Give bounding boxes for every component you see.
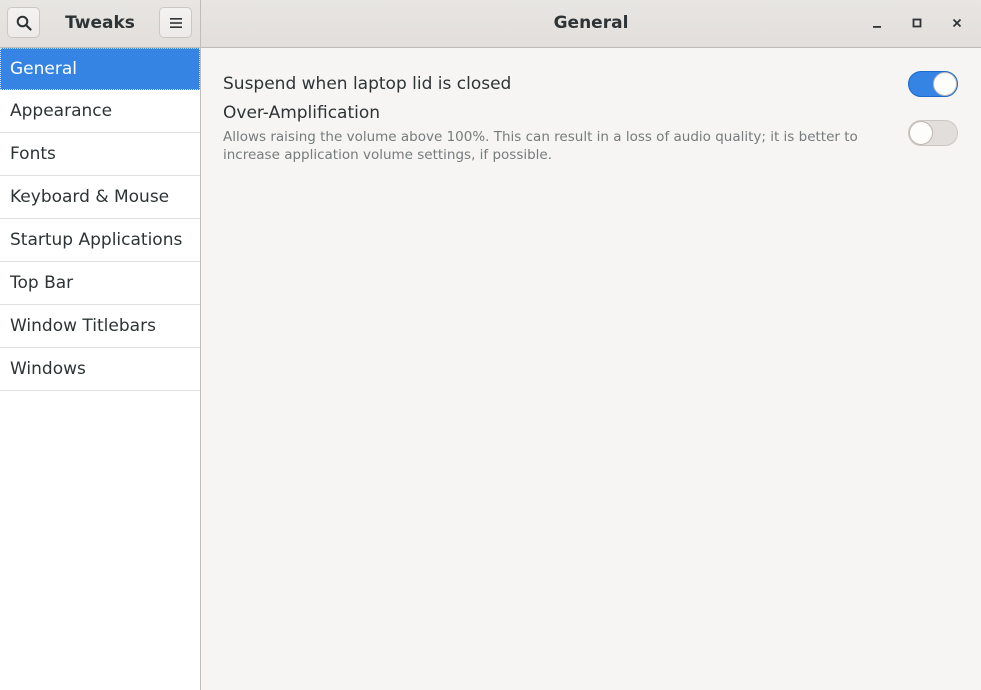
sidebar-item-fonts[interactable]: Fonts (0, 133, 200, 176)
tweaks-window: Tweaks General General Appearance Fonts … (0, 0, 981, 690)
sidebar-item-window-titlebars[interactable]: Window Titlebars (0, 305, 200, 348)
sidebar-item-label: Top Bar (10, 273, 74, 293)
sidebar-item-label: Fonts (10, 144, 56, 164)
sidebar-item-label: Appearance (10, 101, 113, 121)
hamburger-menu-icon (169, 17, 182, 28)
sidebar-item-label: Windows (10, 359, 86, 379)
app-title: Tweaks (65, 13, 135, 33)
sidebar-item-label: General (10, 59, 77, 79)
close-button[interactable] (946, 12, 968, 34)
suspend-lid-label: Suspend when laptop lid is closed (223, 74, 512, 94)
minimize-icon (873, 26, 881, 28)
search-button[interactable] (7, 7, 40, 38)
switch-knob (909, 121, 933, 145)
sidebar-item-general[interactable]: General (0, 48, 200, 90)
suspend-lid-switch[interactable] (908, 71, 958, 97)
sidebar-item-label: Keyboard & Mouse (10, 187, 170, 207)
page-title: General (553, 13, 629, 33)
maximize-icon (912, 18, 922, 28)
content-headerbar: General (201, 0, 981, 48)
maximize-button[interactable] (906, 12, 928, 34)
close-icon (952, 18, 962, 28)
sidebar-item-startup-applications[interactable]: Startup Applications (0, 219, 200, 262)
over-amplification-switch[interactable] (908, 120, 958, 146)
sidebar-item-label: Startup Applications (10, 230, 183, 250)
general-settings-panel: Suspend when laptop lid is closed Over-A… (201, 48, 981, 690)
main-menu-button[interactable] (159, 7, 192, 38)
sidebar-item-windows[interactable]: Windows (0, 348, 200, 391)
sidebar-item-label: Window Titlebars (10, 316, 156, 336)
sidebar-item-keyboard-mouse[interactable]: Keyboard & Mouse (0, 176, 200, 219)
over-amplification-label: Over-Amplification (223, 103, 381, 123)
minimize-button[interactable] (866, 12, 888, 34)
over-amplification-description: Allows raising the volume above 100%. Th… (223, 129, 858, 163)
search-icon (16, 15, 32, 31)
sidebar-item-appearance[interactable]: Appearance (0, 90, 200, 133)
switch-knob (933, 72, 957, 96)
sidebar-item-top-bar[interactable]: Top Bar (0, 262, 200, 305)
sidebar-headerbar: Tweaks (0, 0, 201, 48)
sidebar: General Appearance Fonts Keyboard & Mous… (0, 48, 201, 690)
